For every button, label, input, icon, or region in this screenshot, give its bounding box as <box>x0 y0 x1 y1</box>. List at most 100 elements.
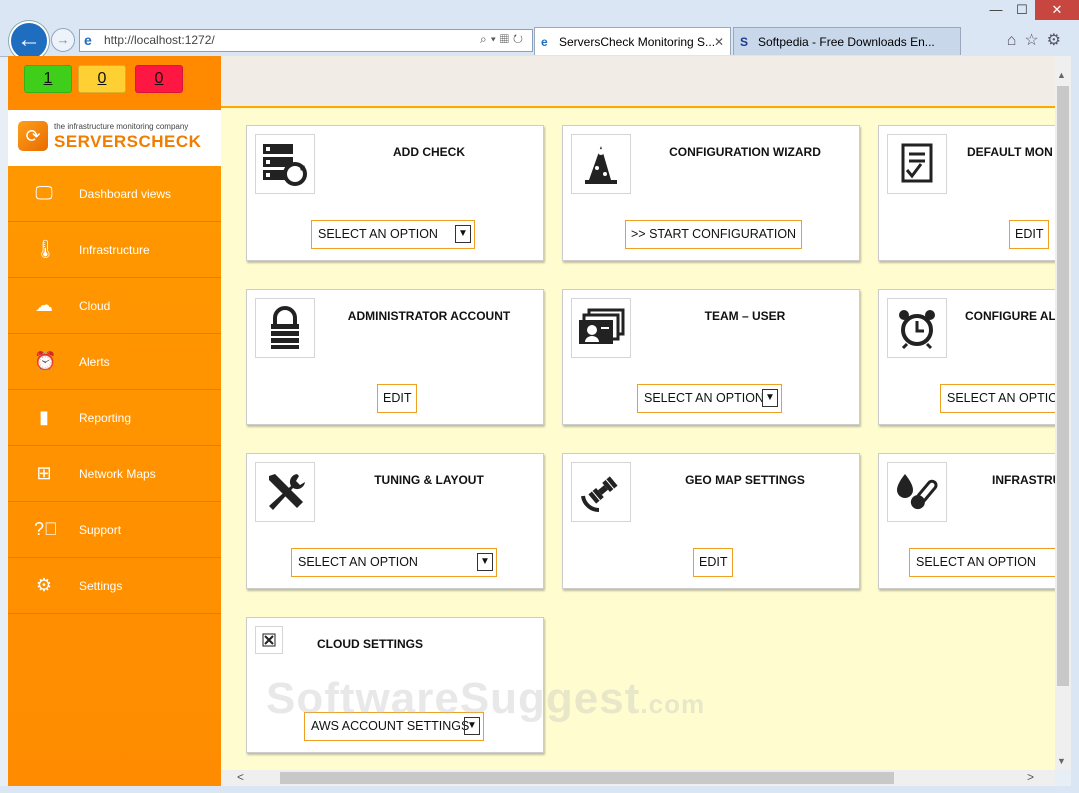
thermometer-icon: 🌡 <box>34 239 57 259</box>
chevron-down-icon: ▼ <box>762 389 778 407</box>
browser-tools: ⌂☆⚙ <box>1007 30 1069 50</box>
logo[interactable]: ⟳ the infrastructure monitoring company … <box>8 110 221 166</box>
sidebar-item-dashboard-views[interactable]: 🖵 Dashboard views <box>8 166 221 222</box>
card-administrator-account: ADMINISTRATOR ACCOUNT EDIT <box>246 289 544 425</box>
sidebar-item-label: Network Maps <box>79 467 156 481</box>
vertical-scroll-thumb[interactable] <box>1057 86 1069 686</box>
select-value: SELECT AN OPTION <box>947 391 1055 405</box>
satellite-icon <box>571 462 631 522</box>
browser-tab-serverscheck[interactable]: e ServersCheck Monitoring S... ✕ <box>534 27 731 55</box>
refresh-icon[interactable]: ↻ <box>513 32 527 46</box>
cloud-icon: ☁ <box>35 295 53 315</box>
sidebar-item-label: Settings <box>79 579 123 593</box>
sidebar-item-label: Cloud <box>79 299 111 313</box>
address-url[interactable]: http://localhost:1272/ <box>104 33 215 47</box>
window-frame-right <box>1071 56 1079 793</box>
add-check-select[interactable]: SELECT AN OPTION ▼ <box>311 220 475 249</box>
tab-title: Softpedia - Free Downloads En... <box>758 35 935 49</box>
arrow-left-icon: ← <box>17 26 41 53</box>
tuning-layout-select[interactable]: SELECT AN OPTION ▼ <box>291 548 497 577</box>
warning-counter[interactable]: 0 <box>78 65 126 93</box>
compat-icon[interactable]: ▦ <box>500 32 513 46</box>
tab-title: ServersCheck Monitoring S... <box>559 35 716 49</box>
geo-map-edit-button[interactable]: EDIT <box>693 548 734 577</box>
default-mon-edit-button[interactable]: EDIT <box>1009 220 1050 249</box>
arrow-right-icon: → <box>56 32 70 47</box>
serverscheck-logo-icon: ⟳ <box>18 121 48 151</box>
card-configuration-wizard: CONFIGURATION WIZARD >> START CONFIGURAT… <box>562 125 860 261</box>
search-icon[interactable]: ⌕ <box>480 32 491 46</box>
ie-icon: e <box>84 32 92 48</box>
sidebar-item-infrastructure[interactable]: 🌡 Infrastructure <box>8 222 221 278</box>
scroll-up-icon[interactable]: ▲ <box>1057 70 1066 80</box>
logo-name: SERVERSCHECK <box>54 132 202 151</box>
logo-tagline: the infrastructure monitoring company <box>54 122 189 131</box>
window-frame-bottom <box>0 786 1079 793</box>
error-counter[interactable]: 0 <box>135 65 183 93</box>
minimize-button[interactable]: — <box>983 0 1009 20</box>
dropdown-icon[interactable]: ▾ <box>491 32 500 46</box>
horizontal-scrollbar[interactable]: < > <box>221 770 1055 786</box>
server-refresh-icon <box>255 134 315 194</box>
forward-button[interactable]: → <box>51 28 75 52</box>
card-title: GEO MAP SETTINGS <box>685 473 805 487</box>
back-button[interactable]: ← <box>9 21 49 61</box>
admin-account-edit-button[interactable]: EDIT <box>377 384 418 413</box>
monitor-icon: 🖵 <box>35 183 53 203</box>
sidebar-item-label: Infrastructure <box>79 243 150 257</box>
card-title: CONFIGURATION WIZARD <box>669 145 821 159</box>
team-user-select[interactable]: SELECT AN OPTION ▼ <box>637 384 782 413</box>
vertical-scrollbar[interactable]: ▲ ▼ <box>1055 56 1071 770</box>
drop-thermometer-icon <box>887 462 947 522</box>
scroll-right-icon[interactable]: > <box>1027 770 1034 784</box>
sidebar-item-settings[interactable]: ⚙ Settings <box>8 558 221 614</box>
home-icon[interactable]: ⌂ <box>1007 32 1025 49</box>
watermark-main: SoftwareSuggest <box>266 674 641 723</box>
card-title: DEFAULT MON <box>967 145 1053 159</box>
gear-icon: ⚙ <box>35 575 53 595</box>
sidebar-item-label: Dashboard views <box>79 187 172 201</box>
ok-counter[interactable]: 1 <box>24 65 72 93</box>
lock-icon <box>255 298 315 358</box>
card-title: TUNING & LAYOUT <box>374 473 484 487</box>
tools-icon <box>255 462 315 522</box>
card-team-user: TEAM – USER SELECT AN OPTION ▼ <box>562 289 860 425</box>
alarm-clock-icon: ⏰ <box>34 351 57 371</box>
network-icon: ⊞ <box>36 463 52 483</box>
infrastructure-select[interactable]: SELECT AN OPTION <box>909 548 1055 577</box>
browser-chrome: — ☐ ✕ ← → e http://localhost:1272/ ⌕▾▦↻ … <box>0 0 1079 61</box>
address-tools[interactable]: ⌕▾▦↻ <box>480 32 527 47</box>
scroll-down-icon[interactable]: ▼ <box>1057 756 1066 766</box>
sidebar-item-cloud[interactable]: ☁ Cloud <box>8 278 221 334</box>
sidebar-item-reporting[interactable]: ▮ Reporting <box>8 390 221 446</box>
start-configuration-button[interactable]: >> START CONFIGURATION <box>625 220 803 249</box>
horizontal-scroll-thumb[interactable] <box>280 772 894 784</box>
sidebar-item-alerts[interactable]: ⏰ Alerts <box>8 334 221 390</box>
gear-icon[interactable]: ⚙ <box>1047 32 1069 49</box>
checklist-icon <box>887 134 947 194</box>
card-add-check: ADD CHECK SELECT AN OPTION ▼ <box>246 125 544 261</box>
maximize-button[interactable]: ☐ <box>1009 0 1035 20</box>
watermark-suffix: .com <box>640 689 706 719</box>
star-icon[interactable]: ☆ <box>1024 32 1046 49</box>
select-value: SELECT AN OPTION <box>318 227 438 241</box>
address-bar[interactable]: e http://localhost:1272/ ⌕▾▦↻ <box>79 29 533 52</box>
card-infrastructure: INFRASTRU SELECT AN OPTION <box>878 453 1055 589</box>
scroll-left-icon[interactable]: < <box>237 770 244 784</box>
sidebar-item-label: Reporting <box>79 411 132 425</box>
browser-tab-softpedia[interactable]: S Softpedia - Free Downloads En... <box>733 27 961 55</box>
sidebar-item-support[interactable]: ?⃝ Support <box>8 502 221 558</box>
sidebar: 1 0 0 ⟳ the infrastructure monitoring co… <box>8 56 221 786</box>
card-title: CONFIGURE AL <box>965 309 1055 323</box>
configure-alerts-select[interactable]: SELECT AN OPTION <box>940 384 1055 413</box>
card-title: INFRASTRU <box>992 473 1055 487</box>
status-counters: 1 0 0 <box>8 56 221 110</box>
select-value: SELECT AN OPTION <box>916 555 1036 569</box>
card-tuning-layout: TUNING & LAYOUT SELECT AN OPTION ▼ <box>246 453 544 589</box>
sidebar-item-network-maps[interactable]: ⊞ Network Maps <box>8 446 221 502</box>
sidebar-item-label: Alerts <box>79 355 110 369</box>
bar-chart-icon: ▮ <box>39 407 49 427</box>
close-tab-icon[interactable]: ✕ <box>714 28 724 55</box>
close-button[interactable]: ✕ <box>1035 0 1079 20</box>
card-title: ADD CHECK <box>393 145 465 159</box>
